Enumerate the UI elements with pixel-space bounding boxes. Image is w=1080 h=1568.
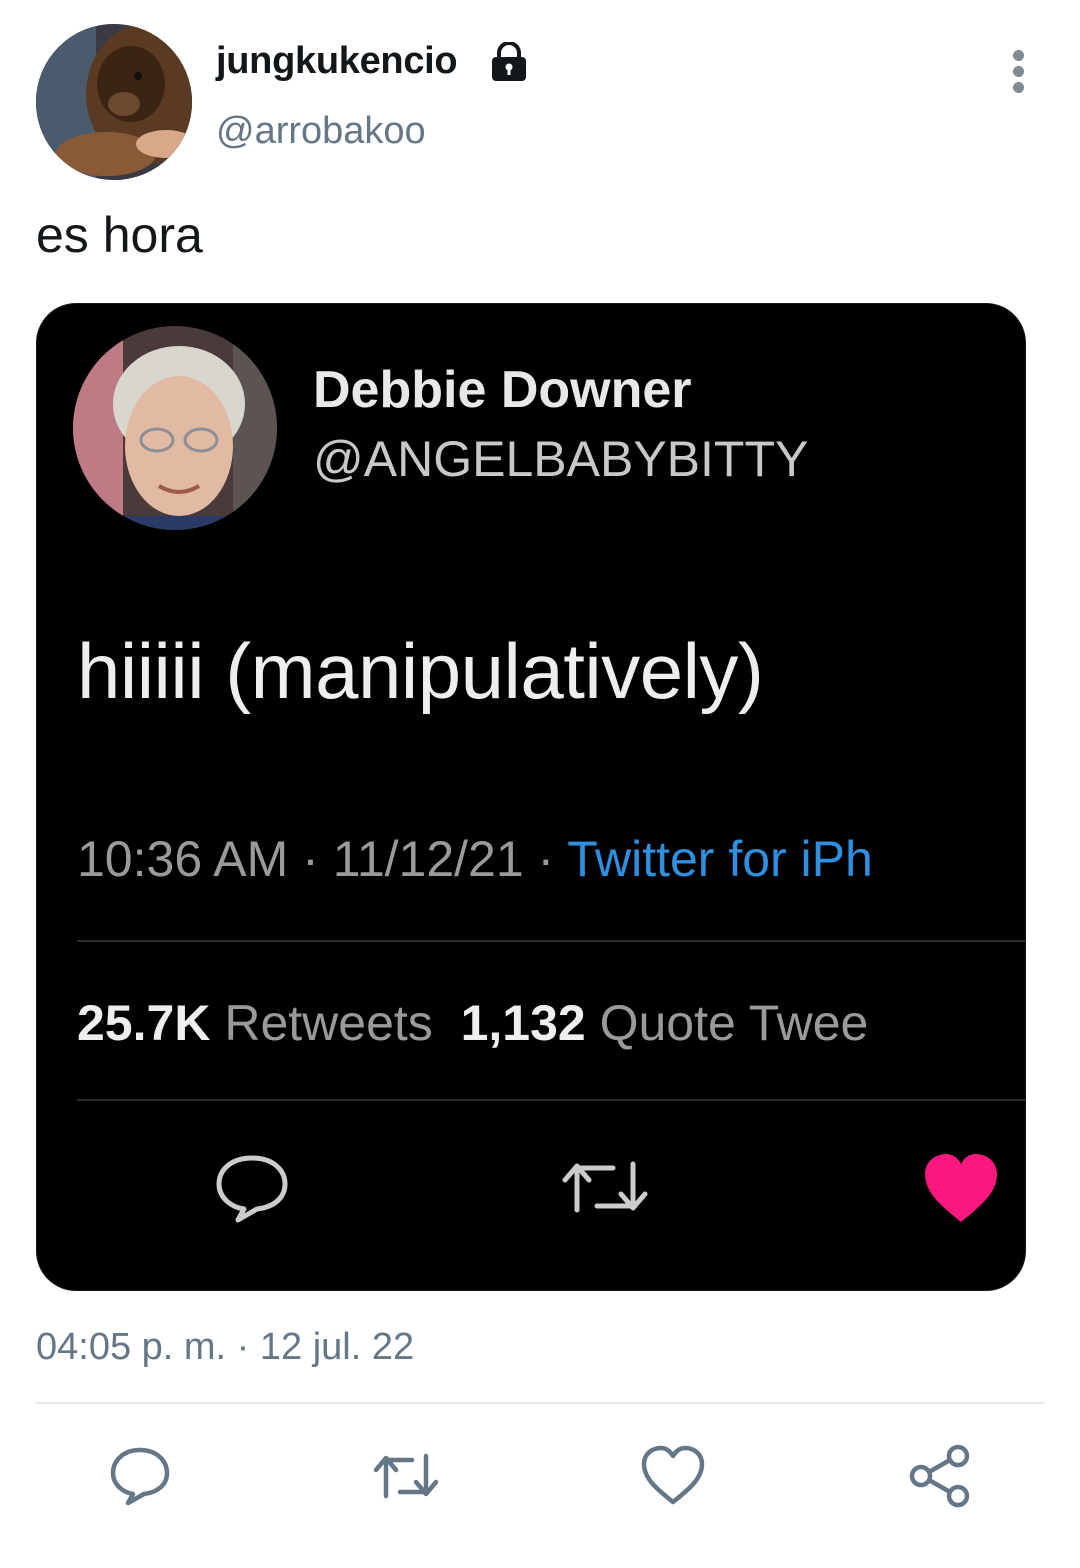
embedded-retweets-count: 25.7K	[77, 995, 211, 1051]
divider	[36, 1402, 1044, 1404]
heart-icon	[641, 1445, 705, 1505]
reply-icon	[110, 1447, 170, 1506]
embedded-retweets-label: Retweets	[224, 995, 433, 1051]
reply-button[interactable]	[106, 1442, 174, 1510]
embedded-time: 10:36 AM	[77, 831, 289, 887]
author-display-name[interactable]: jungkukencio	[216, 40, 458, 83]
more-options-icon[interactable]	[996, 50, 1040, 100]
share-icon	[909, 1444, 970, 1508]
like-button[interactable]	[639, 1442, 707, 1510]
embedded-retweet-icon	[562, 1161, 648, 1213]
embedded-quotes-label: Quote Twee	[599, 995, 869, 1051]
share-button[interactable]	[906, 1442, 974, 1510]
embedded-tweet-text: hiiiii (manipulatively)	[77, 627, 764, 715]
embedded-heart-icon	[925, 1154, 997, 1222]
embedded-date: 11/12/21	[332, 831, 524, 887]
embedded-quotes-count: 1,132	[460, 995, 586, 1051]
meta-separator: ·	[537, 831, 568, 887]
embedded-avatar	[73, 326, 277, 530]
embedded-divider	[77, 940, 1025, 942]
retweet-button[interactable]	[372, 1442, 440, 1510]
embedded-divider	[77, 1099, 1025, 1101]
lock-icon	[492, 42, 526, 81]
retweet-icon	[373, 1453, 439, 1499]
tweet-media-image[interactable]: Debbie Downer @ANGELBABYBITTY hiiiii (ma…	[36, 303, 1026, 1291]
meta-separator: ·	[302, 831, 333, 887]
embedded-stats: 25.7K Retweets 1,132 Quote Twee	[77, 994, 868, 1052]
tweet-timestamp[interactable]: 04:05 p. m. · 12 jul. 22	[36, 1326, 414, 1369]
embedded-source: Twitter for iPh	[567, 831, 873, 887]
author-handle[interactable]: @arrobakoo	[216, 110, 426, 153]
embedded-handle: @ANGELBABYBITTY	[313, 431, 809, 487]
tweet-text: es hora	[36, 207, 203, 263]
embedded-display-name: Debbie Downer	[313, 361, 692, 419]
author-avatar[interactable]	[36, 24, 192, 180]
embedded-reply-icon	[216, 1155, 288, 1223]
embedded-meta: 10:36 AM · 11/12/21 · Twitter for iPh	[77, 830, 873, 888]
